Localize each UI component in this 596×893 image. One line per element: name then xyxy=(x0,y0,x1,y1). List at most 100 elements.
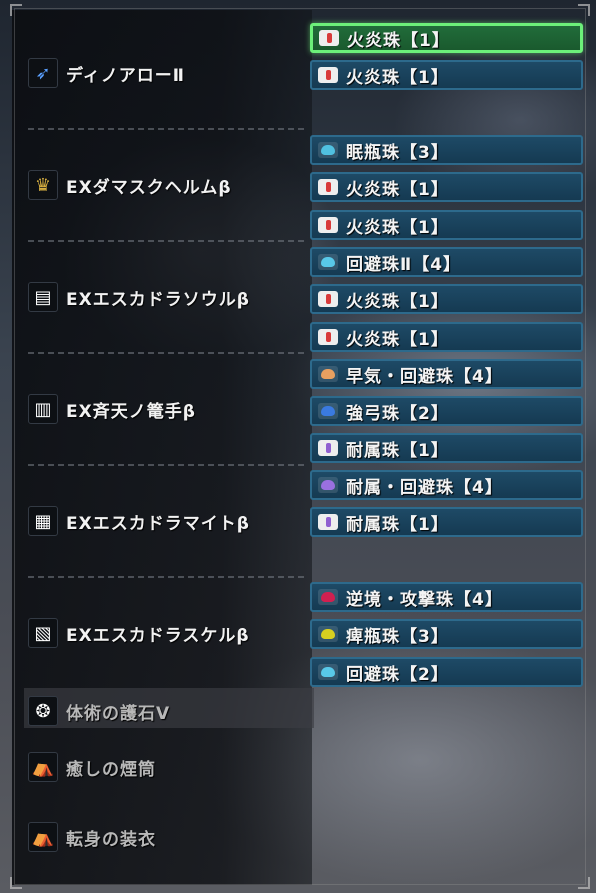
decoration-slot[interactable]: 耐属・回避珠【4】 xyxy=(310,470,583,500)
jewel-icon xyxy=(318,217,338,233)
jewel-icon xyxy=(318,440,338,456)
decoration-slot[interactable]: 早気・回避珠【4】 xyxy=(310,359,583,389)
jewel-gem xyxy=(321,480,335,490)
decoration-name: 強弓珠【2】 xyxy=(346,403,449,424)
jewel-icon xyxy=(318,514,338,530)
decoration-slot[interactable]: 耐属珠【1】 xyxy=(310,507,583,537)
helm-icon: ♛ xyxy=(28,170,58,200)
frame-corner xyxy=(578,4,590,16)
jewel-gem xyxy=(321,629,335,639)
section-separator xyxy=(28,240,304,242)
jewel-icon xyxy=(318,403,338,419)
jewel-gem xyxy=(321,667,335,677)
equipment-name: ディノアローⅡ xyxy=(66,65,186,86)
section-separator xyxy=(28,128,304,130)
equipment-row[interactable]: ❂ 体術の護石Ⅴ xyxy=(28,696,170,726)
jewel-gem xyxy=(326,33,332,43)
jewel-icon xyxy=(318,254,338,270)
decoration-slot[interactable]: 逆境・攻撃珠【4】 xyxy=(310,582,583,612)
decoration-name: 耐属珠【1】 xyxy=(346,440,449,461)
equipment-name: 癒しの煙筒 xyxy=(66,759,156,780)
decoration-slot[interactable]: 耐属珠【1】 xyxy=(310,433,583,463)
decoration-name: 火炎珠【1】 xyxy=(346,67,449,88)
decoration-slot[interactable]: 回避珠【2】 xyxy=(310,657,583,687)
decoration-slot[interactable]: 火炎珠【1】 xyxy=(310,284,583,314)
jewel-gem xyxy=(325,332,331,342)
decoration-slot[interactable]: 回避珠Ⅱ【4】 xyxy=(310,247,583,277)
arms-icon: ▥ xyxy=(28,394,58,424)
jewel-gem xyxy=(325,294,331,304)
jewel-icon xyxy=(318,291,338,307)
equipment-name: EXエスカドラマイトβ xyxy=(66,513,250,534)
legs-icon: ▧ xyxy=(28,618,58,648)
equipment-row[interactable]: ▦ EXエスカドラマイトβ xyxy=(28,506,250,536)
charm-icon: ❂ xyxy=(28,696,58,726)
jewel-icon xyxy=(319,30,339,46)
decoration-name: 逆境・攻撃珠【4】 xyxy=(346,589,503,610)
jewel-gem xyxy=(325,517,331,527)
jewel-icon xyxy=(318,329,338,345)
decoration-name: 火炎珠【1】 xyxy=(346,217,449,238)
decoration-name: 火炎珠【1】 xyxy=(346,329,449,350)
equipment-name: EX斉天ノ篭手β xyxy=(66,401,196,422)
decoration-slot[interactable]: 火炎珠【1】 xyxy=(310,210,583,240)
jewel-gem xyxy=(321,369,335,379)
equipment-row[interactable]: ⛺ 癒しの煙筒 xyxy=(28,752,156,782)
decoration-name: 回避珠Ⅱ【4】 xyxy=(346,254,462,275)
chest-icon: ▤ xyxy=(28,282,58,312)
jewel-icon xyxy=(318,664,338,680)
jewel-gem xyxy=(321,592,335,602)
decoration-name: 火炎珠【1】 xyxy=(347,30,450,51)
decoration-slot[interactable]: 火炎珠【1】 xyxy=(310,322,583,352)
decoration-slot[interactable]: 火炎珠【1】 xyxy=(310,172,583,202)
section-separator xyxy=(28,352,304,354)
equipment-name: 体術の護石Ⅴ xyxy=(66,703,171,724)
section-separator xyxy=(28,464,304,466)
jewel-icon xyxy=(318,179,338,195)
decoration-name: 眠瓶珠【3】 xyxy=(346,142,449,163)
decoration-slot[interactable]: 痺瓶珠【3】 xyxy=(310,619,583,649)
equipment-row[interactable]: ⛺ 転身の装衣 xyxy=(28,822,156,852)
equipment-name: EXエスカドラスケルβ xyxy=(66,625,250,646)
jewel-gem xyxy=(321,145,335,155)
frame-corner xyxy=(10,4,22,16)
equipment-name: EXエスカドラソウルβ xyxy=(66,289,250,310)
decoration-name: 火炎珠【1】 xyxy=(346,291,449,312)
jewel-icon xyxy=(318,589,338,605)
equipment-name: EXダマスクヘルムβ xyxy=(66,177,232,198)
decoration-slot[interactable]: 火炎珠【1】 xyxy=(310,23,583,53)
jewel-gem xyxy=(325,182,331,192)
decoration-slot[interactable]: 火炎珠【1】 xyxy=(310,60,583,90)
jewel-gem xyxy=(321,257,335,267)
decoration-name: 早気・回避珠【4】 xyxy=(346,366,503,387)
frame-corner xyxy=(578,877,590,889)
decoration-slot[interactable]: 強弓珠【2】 xyxy=(310,396,583,426)
equipment-row[interactable]: ♛ EXダマスクヘルムβ xyxy=(28,170,232,200)
frame-corner xyxy=(10,877,22,889)
mantle-icon: ⛺ xyxy=(28,752,58,782)
equipment-name: 転身の装衣 xyxy=(66,829,156,850)
equipment-row[interactable]: ▥ EX斉天ノ篭手β xyxy=(28,394,196,424)
decoration-name: 火炎珠【1】 xyxy=(346,179,449,200)
jewel-gem xyxy=(325,70,331,80)
mantle-icon: ⛺ xyxy=(28,822,58,852)
decoration-name: 回避珠【2】 xyxy=(346,664,449,685)
equipment-row[interactable]: ▤ EXエスカドラソウルβ xyxy=(28,282,250,312)
decoration-slot[interactable]: 眠瓶珠【3】 xyxy=(310,135,583,165)
decoration-name: 耐属・回避珠【4】 xyxy=(346,477,503,498)
section-separator xyxy=(28,576,304,578)
equipment-row[interactable]: ➶ ディノアローⅡ xyxy=(28,58,185,88)
waist-icon: ▦ xyxy=(28,506,58,536)
jewel-gem xyxy=(325,443,331,453)
jewel-icon xyxy=(318,477,338,493)
jewel-icon xyxy=(318,67,338,83)
equipment-row[interactable]: ▧ EXエスカドラスケルβ xyxy=(28,618,250,648)
bow-icon: ➶ xyxy=(28,58,58,88)
jewel-gem xyxy=(321,406,335,416)
jewel-icon xyxy=(318,626,338,642)
decoration-name: 痺瓶珠【3】 xyxy=(346,626,449,647)
jewel-gem xyxy=(325,220,331,230)
jewel-icon xyxy=(318,142,338,158)
decoration-name: 耐属珠【1】 xyxy=(346,514,449,535)
jewel-icon xyxy=(318,366,338,382)
